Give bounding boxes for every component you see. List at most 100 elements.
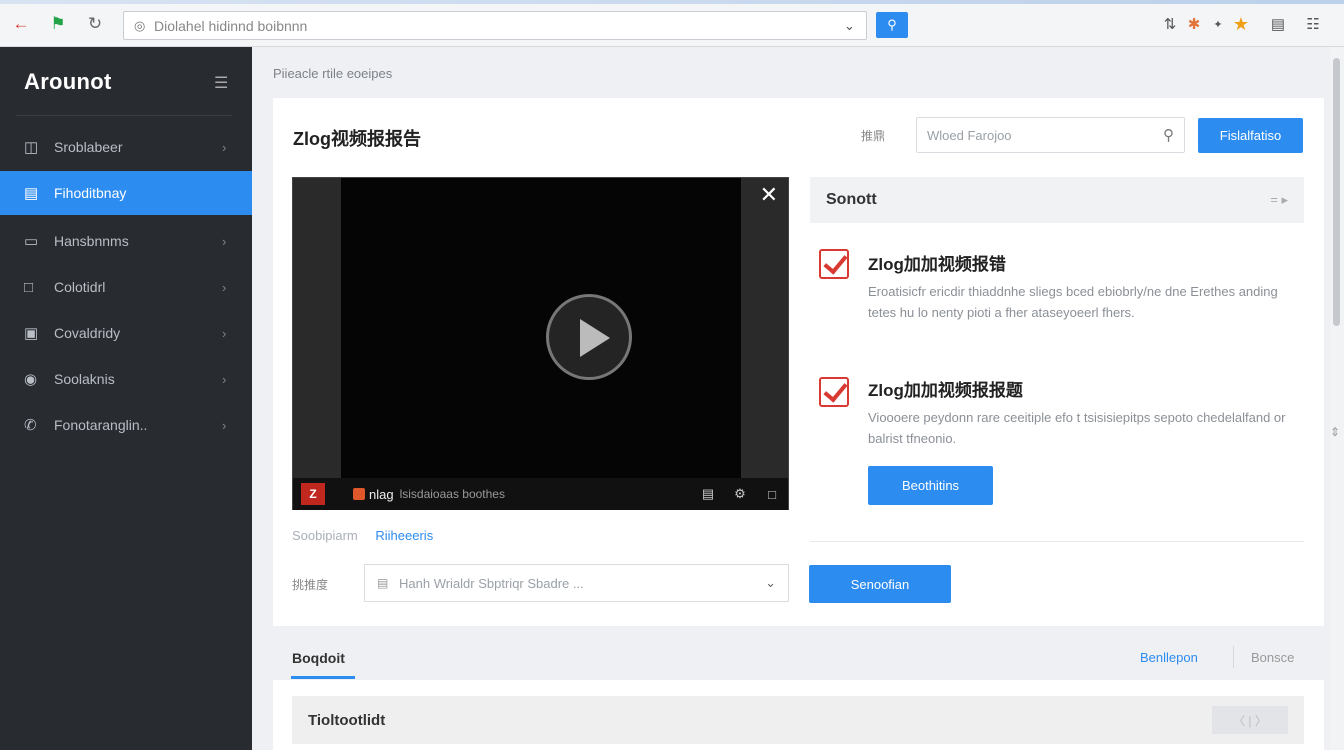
chevron-right-icon: › xyxy=(222,325,227,341)
video-caption-text: Soobipiarm xyxy=(292,528,358,543)
sidebar-item-4[interactable]: ▣ Covaldridy › xyxy=(0,311,252,355)
sidebar-item-2[interactable]: ▭ Hansbnnms › xyxy=(0,219,252,263)
page-title: Zlog视频报报告 xyxy=(293,129,421,149)
card-divider xyxy=(810,541,1304,542)
search-icon: ⚲ xyxy=(1163,127,1174,144)
scrollbar-thumb[interactable] xyxy=(1333,58,1340,326)
filter-select[interactable]: ▤ Hanh Wrialdr Sbptriqr Sbadre ... ⌄ xyxy=(364,564,789,602)
chevron-right-icon: › xyxy=(222,233,227,249)
channel-icon xyxy=(353,488,365,500)
video-caption-link[interactable]: Riiheeeris xyxy=(375,528,433,543)
phone-icon: ✆ xyxy=(24,417,37,434)
tab-active[interactable]: Boqdoit xyxy=(292,650,345,666)
settings-icon[interactable]: ⚙ xyxy=(724,486,756,502)
back-arrow-icon[interactable]: ← xyxy=(10,13,32,35)
bag-icon: ▣ xyxy=(24,325,39,342)
video-player[interactable]: ✕ Z nlag lsisdaioaas boothes ▤ ⚙ □ xyxy=(292,177,789,510)
menu-icon[interactable]: ☷ xyxy=(1303,14,1323,34)
dot-icon[interactable]: ✦ xyxy=(1208,14,1228,34)
sidebar-item-label: Fihoditbnay xyxy=(54,185,127,201)
sidebar-item-label: Sroblabeer xyxy=(54,139,123,155)
star-icon[interactable]: ★ xyxy=(1231,14,1251,34)
window-top-edge xyxy=(0,0,1344,4)
video-screen[interactable] xyxy=(341,178,741,478)
card-icon: ▭ xyxy=(24,233,39,250)
bookmark-icon[interactable]: ⇅ xyxy=(1160,14,1180,34)
list-item[interactable]: Tioltootlidt 〈 | 〉 xyxy=(292,696,1304,744)
bottom-panel: Tioltootlidt 〈 | 〉 xyxy=(273,680,1324,750)
card-title: Sonott xyxy=(826,191,877,208)
users-icon: ◉ xyxy=(24,371,38,388)
bottom-tabs: Boqdoit Benllepon Bonsce xyxy=(273,636,1324,680)
search-label: 推鼎 xyxy=(861,129,886,143)
video-channel-name: nlag xyxy=(369,486,394,502)
close-icon[interactable]: ✕ xyxy=(760,182,778,208)
search-icon: ⚲ xyxy=(887,17,897,32)
breadcrumb[interactable]: Piieacle rtile eoeipes xyxy=(273,66,392,81)
list-item-title: Tioltootlidt xyxy=(308,711,386,729)
checkbox-checked-icon[interactable] xyxy=(819,377,849,407)
bottom-link-secondary[interactable]: Bonsce xyxy=(1251,650,1294,665)
bottom-link-divider xyxy=(1233,646,1234,668)
captions-icon[interactable]: ▤ xyxy=(692,486,724,502)
chevron-right-icon: › xyxy=(222,371,227,387)
extension-icon[interactable]: ✱ xyxy=(1184,14,1204,34)
video-control-bar: Z nlag lsisdaioaas boothes ▤ ⚙ □ xyxy=(293,478,788,510)
sidebar-item-label: Soolaknis xyxy=(54,371,115,387)
play-icon[interactable] xyxy=(546,294,632,380)
brand-title: Arounot xyxy=(24,69,112,94)
card-controls[interactable]: = ▸ xyxy=(1270,192,1288,208)
chevron-right-icon: › xyxy=(222,139,227,155)
sidebar-item-3[interactable]: □ Colotidrl › xyxy=(0,265,252,309)
sidebar-item-label: Covaldridy xyxy=(54,325,121,341)
chevron-right-icon: › xyxy=(222,279,227,295)
video-subtitle: lsisdaioaas boothes xyxy=(399,487,505,501)
sidebar-item-1[interactable]: ▤ Fihoditbnay xyxy=(0,171,252,215)
search-input[interactable]: Wloed Farojoo ⚲ xyxy=(916,117,1185,153)
store-icon: ▤ xyxy=(24,185,39,202)
lock-icon: □ xyxy=(24,278,34,296)
video-caption: Soobipiarm Riiheeeris xyxy=(292,528,433,543)
browser-toolbar: ← ⚑ ↻ ◎ Diolahel hidinnd boibnnn ⌄ ⚲ ⇅ ✱… xyxy=(0,0,1344,47)
card-item-title: Zlog加加视频报错 xyxy=(868,255,1006,274)
channel-logo: Z xyxy=(301,483,325,505)
sidebar-item-label: Fonotaranglin.. xyxy=(54,417,148,433)
card-action-button[interactable]: Beothitins xyxy=(868,466,993,505)
chevron-right-icon: › xyxy=(222,417,227,433)
card-item-title: Zlog加加视频报报题 xyxy=(868,381,1023,400)
sidebar-item-5[interactable]: ◉ Soolaknis › xyxy=(0,357,252,401)
sidebar-item-label: Hansbnnms xyxy=(54,233,129,249)
search-go-button[interactable]: ⚲ xyxy=(876,12,908,38)
sidebar-item-6[interactable]: ✆ Fonotaranglin.. › xyxy=(0,403,252,447)
checkbox-checked-icon[interactable] xyxy=(819,249,849,279)
chevron-down-icon[interactable]: ⌄ xyxy=(844,18,866,34)
page-info-icon: ◎ xyxy=(134,17,146,33)
select-placeholder: Hanh Wrialdr Sbptriqr Sbadre ... xyxy=(399,575,584,591)
flag-icon[interactable]: ⚑ xyxy=(47,13,69,35)
reader-icon[interactable]: ▤ xyxy=(1268,14,1288,34)
address-text: Diolahel hidinnd boibnnn xyxy=(154,17,308,34)
header-action-button[interactable]: Fislalfatiso xyxy=(1198,118,1303,153)
search-placeholder: Wloed Farojoo xyxy=(927,127,1012,143)
pager-control[interactable]: 〈 | 〉 xyxy=(1212,706,1288,734)
chevron-down-icon: ⌄ xyxy=(765,575,776,590)
card-header: Sonott = ▸ xyxy=(810,177,1304,223)
reload-icon[interactable]: ↻ xyxy=(84,13,106,35)
sidebar-item-label: Colotidrl xyxy=(54,279,106,295)
tab-underline xyxy=(291,676,355,679)
address-bar[interactable]: ◎ Diolahel hidinnd boibnnn ⌄ xyxy=(123,11,867,40)
select-label: 挑推度 xyxy=(292,578,329,592)
resize-handle-icon[interactable]: ⇕ xyxy=(1330,425,1340,439)
building-icon: ◫ xyxy=(24,139,39,156)
menu-toggle-icon[interactable]: ☰ xyxy=(214,73,228,93)
sidebar: Arounot ☰ ◫ Sroblabeer › ▤ Fihoditbnay ▭… xyxy=(0,47,252,750)
card-item-desc: Eroatisicfr ericdir thiaddnhe sliegs bce… xyxy=(868,284,1278,320)
fullscreen-icon[interactable]: □ xyxy=(756,487,788,502)
main-panel: Zlog视频报报告 推鼎 Wloed Farojoo ⚲ Fislalfatis… xyxy=(273,98,1324,626)
calendar-icon: ▤ xyxy=(377,576,389,590)
sidebar-item-0[interactable]: ◫ Sroblabeer › xyxy=(0,125,252,169)
card-item-desc: Vioooere peydonn rare ceeitiple efo t ts… xyxy=(868,410,1286,446)
bottom-link-primary[interactable]: Benllepon xyxy=(1140,650,1198,665)
select-submit-button[interactable]: Senoofian xyxy=(809,565,951,603)
sidebar-divider xyxy=(16,115,232,116)
